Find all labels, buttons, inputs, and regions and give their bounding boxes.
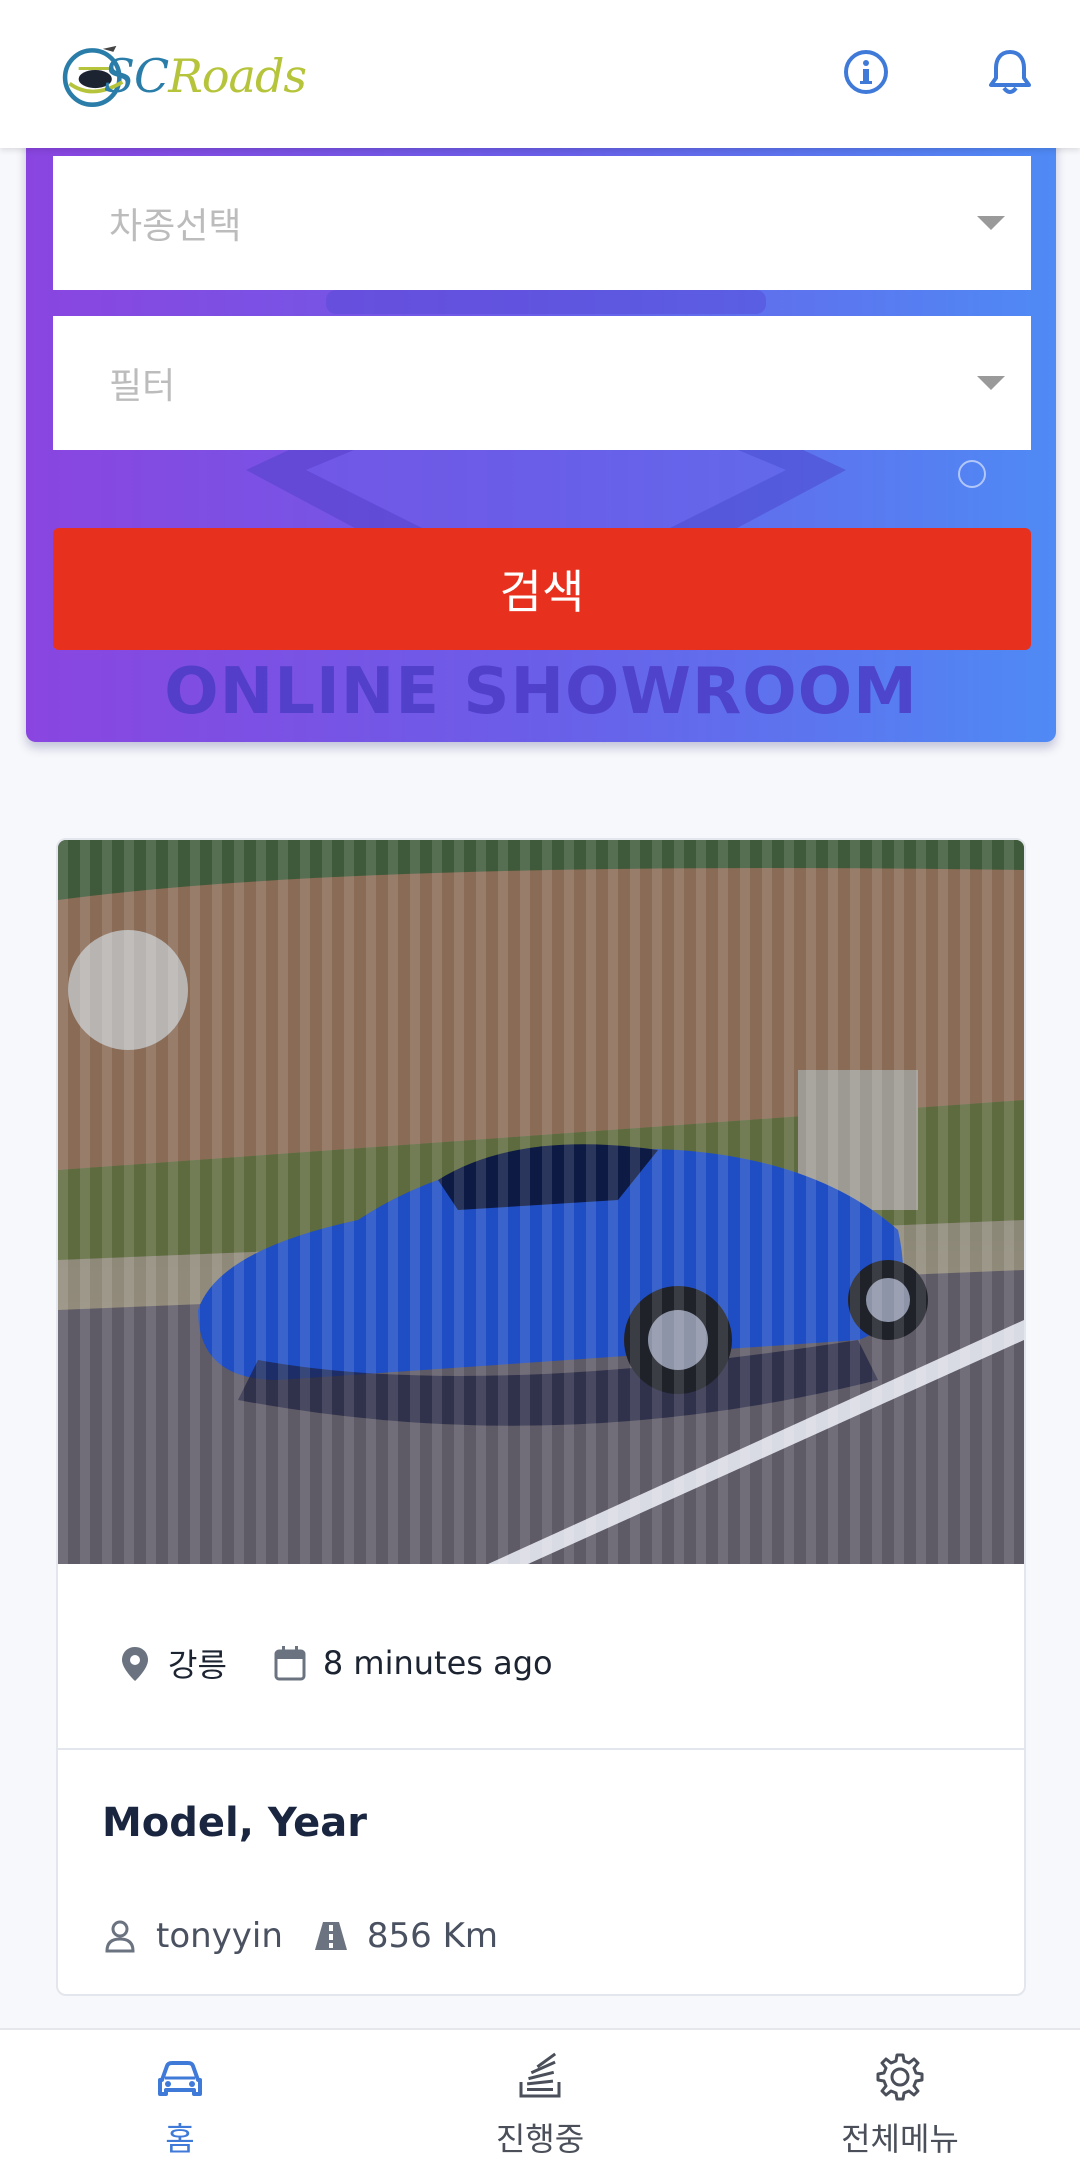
nav-all-menu[interactable]: 전체메뉴 bbox=[720, 2030, 1080, 2177]
radio-dot bbox=[958, 460, 986, 488]
gear-icon bbox=[876, 2053, 924, 2101]
map-pin-icon bbox=[122, 1647, 148, 1681]
online-showroom-banner: ONLINE SHOWROOM bbox=[164, 655, 918, 729]
user-icon bbox=[105, 1920, 135, 1953]
card-divider bbox=[58, 1748, 1024, 1750]
info-icon[interactable] bbox=[838, 44, 894, 100]
logo-text: SCRoads bbox=[103, 49, 307, 103]
nav-in-progress[interactable]: 진행중 bbox=[360, 2030, 720, 2177]
car-icon bbox=[158, 2061, 202, 2096]
chevron-down-icon bbox=[977, 216, 1005, 230]
scroads-logo[interactable]: SCRoads bbox=[56, 26, 307, 126]
car-photo[interactable] bbox=[58, 840, 1024, 1564]
search-hero: 차종선택 필터 검색 ONLINE SHOWROOM bbox=[26, 130, 1056, 742]
chevron-down-icon bbox=[977, 376, 1005, 390]
listing-meta: 강릉 8 minutes ago bbox=[118, 1640, 553, 1686]
listing-title[interactable]: Model, Year bbox=[102, 1800, 367, 1846]
search-button[interactable]: 검색 bbox=[53, 528, 1031, 650]
listing-mileage: 856 Km bbox=[366, 1916, 499, 1956]
nav-home[interactable]: 홈 bbox=[0, 2030, 360, 2177]
calendar-icon bbox=[274, 1646, 306, 1681]
filter-select[interactable]: 필터 bbox=[53, 316, 1031, 450]
vehicle-type-select[interactable]: 차종선택 bbox=[53, 156, 1031, 290]
stack-icon bbox=[519, 2052, 561, 2098]
listing-user: tonyyin bbox=[156, 1916, 283, 1956]
bottom-navigation: 홈 진행중 전체메뉴 bbox=[0, 2028, 1080, 2177]
listing-card[interactable]: 강릉 8 minutes ago Model, Year tonyyin 856… bbox=[56, 838, 1026, 1996]
listing-location: 강릉 bbox=[168, 1646, 227, 1684]
app-header: SCRoads bbox=[0, 0, 1080, 148]
bell-icon[interactable] bbox=[982, 44, 1038, 100]
listing-time: 8 minutes ago bbox=[322, 1644, 553, 1682]
listing-info: tonyyin 856 Km bbox=[102, 1916, 498, 1956]
road-icon bbox=[314, 1922, 347, 1950]
